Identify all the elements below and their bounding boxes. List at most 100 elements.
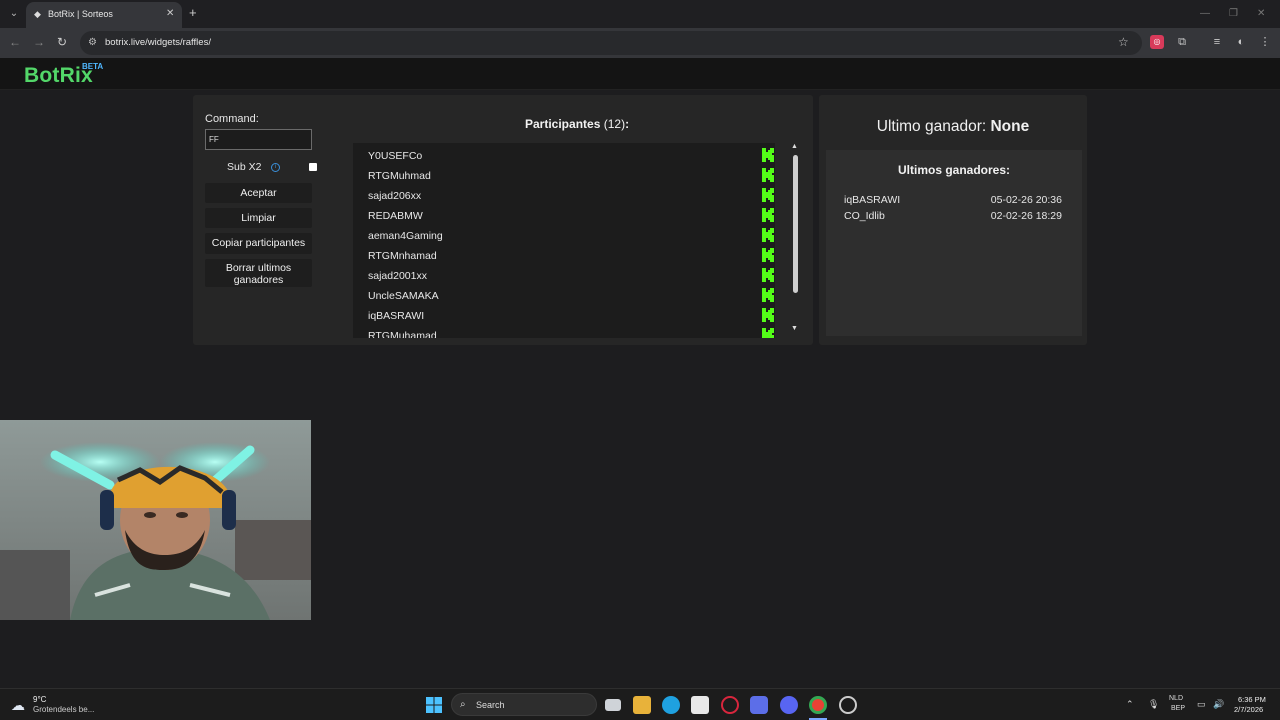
opera-icon[interactable] bbox=[721, 696, 739, 714]
obs-icon[interactable] bbox=[839, 696, 857, 714]
participants-heading: Participantes bbox=[525, 117, 601, 131]
scroll-up-arrow-icon[interactable]: ▲ bbox=[791, 143, 798, 150]
accept-button[interactable]: Aceptar bbox=[205, 183, 312, 203]
clock-date[interactable]: 2/7/2026 bbox=[1234, 705, 1263, 714]
kick-icon bbox=[762, 228, 774, 242]
store-icon[interactable] bbox=[691, 696, 709, 714]
kick-icon bbox=[762, 248, 774, 262]
tray-chevron-icon[interactable]: ⌃ bbox=[1126, 699, 1134, 710]
copy-participants-button[interactable]: Copiar participantes bbox=[205, 233, 312, 254]
beta-badge: BETA bbox=[82, 62, 104, 71]
close-window-icon[interactable]: ✕ bbox=[1257, 8, 1265, 19]
extension-icon[interactable]: ◎ bbox=[1150, 35, 1164, 49]
clock-time[interactable]: 6:36 PM bbox=[1238, 695, 1266, 704]
participant-row[interactable]: sajad2001xx bbox=[353, 265, 774, 285]
winner-date: 02-02-26 18:29 bbox=[990, 210, 1062, 222]
volume-icon[interactable]: 🔊 bbox=[1213, 699, 1224, 710]
bookmark-star-icon[interactable]: ☆ bbox=[1118, 35, 1129, 49]
participant-row[interactable]: RTGMuhamad bbox=[353, 325, 774, 338]
winner-row: CO_Idlib 02-02-26 18:29 bbox=[844, 210, 1062, 222]
maximize-icon[interactable]: ❐ bbox=[1229, 8, 1238, 19]
participant-row[interactable]: aeman4Gaming bbox=[353, 225, 774, 245]
participants-scrollbar[interactable]: ▲ ▼ bbox=[789, 143, 801, 338]
browser-tab[interactable]: ◆ BotRix | Sorteos ✕ bbox=[26, 2, 182, 28]
weather-temp[interactable]: 9°C bbox=[33, 695, 46, 704]
browser-toolbar: ← → ↻ ⚙ botrix.live/widgets/raffles/ ☆ ◎… bbox=[0, 28, 1280, 58]
participant-row[interactable]: iqBASRAWI bbox=[353, 305, 774, 325]
participant-row[interactable]: Y0USEFCo bbox=[353, 145, 774, 165]
clear-button[interactable]: Limpiar bbox=[205, 208, 312, 228]
winner-name: iqBASRAWI bbox=[844, 194, 901, 206]
microphone-icon[interactable]: 🎙 bbox=[1148, 699, 1159, 710]
weather-icon[interactable]: ☁ bbox=[11, 697, 25, 714]
delete-winners-button[interactable]: Borrar ultimos ganadores bbox=[205, 259, 312, 287]
tab-list-button[interactable]: ⌄ bbox=[6, 6, 22, 22]
raffle-panel: Command: Sub X2 i Aceptar Limpiar Copiar… bbox=[193, 95, 813, 345]
last-winner-label: Ultimo ganador: bbox=[876, 118, 987, 135]
taskbar: ☁ 9°C Grotendeels be... ⌕ Search ⌃ 🎙 NLD… bbox=[0, 688, 1280, 720]
scroll-thumb[interactable] bbox=[793, 155, 798, 293]
participant-name: Y0USEFCo bbox=[368, 150, 423, 162]
command-label: Command: bbox=[205, 113, 259, 125]
participant-row[interactable]: RTGMnhamad bbox=[353, 245, 774, 265]
media-control-icon[interactable]: ≡ bbox=[1210, 35, 1224, 49]
participants-list[interactable]: Y0USEFCo RTGMuhmad sajad206xx REDABMW aeman4… bbox=[353, 143, 775, 338]
participants-title: Participantes (12): bbox=[525, 117, 629, 131]
winners-box: Ultimos ganadores: iqBASRAWI 05-02-26 20… bbox=[826, 150, 1082, 336]
close-tab-icon[interactable]: ✕ bbox=[166, 8, 174, 19]
forward-icon[interactable]: → bbox=[33, 35, 45, 49]
edge-icon[interactable] bbox=[662, 696, 680, 714]
search-icon: ⌕ bbox=[460, 699, 466, 710]
taskbar-search[interactable]: ⌕ Search bbox=[451, 693, 597, 716]
discord-icon[interactable] bbox=[780, 696, 798, 714]
tab-title: BotRix | Sorteos bbox=[48, 9, 113, 19]
new-tab-button[interactable]: + bbox=[189, 6, 197, 20]
sub-x2-checkbox[interactable] bbox=[309, 163, 317, 171]
weather-description[interactable]: Grotendeels be... bbox=[33, 705, 94, 714]
participant-name: RTGMnhamad bbox=[368, 250, 437, 262]
search-label: Search bbox=[476, 700, 505, 710]
kick-icon bbox=[762, 288, 774, 302]
winner-date: 05-02-26 20:36 bbox=[990, 194, 1062, 206]
winners-list-title: Ultimos ganadores: bbox=[897, 163, 1011, 177]
participant-row[interactable]: sajad206xx bbox=[353, 185, 774, 205]
menu-icon[interactable]: ⋮ bbox=[1258, 35, 1272, 49]
chrome-icon[interactable] bbox=[809, 696, 827, 714]
winner-row: iqBASRAWI 05-02-26 20:36 bbox=[844, 194, 1062, 206]
scroll-down-arrow-icon[interactable]: ▼ bbox=[791, 325, 798, 332]
file-explorer-icon[interactable] bbox=[633, 696, 651, 714]
kick-icon bbox=[762, 168, 774, 182]
participant-name: UncleSAMAKA bbox=[368, 290, 439, 302]
participant-name: RTGMuhmad bbox=[368, 170, 431, 182]
command-input[interactable] bbox=[205, 129, 312, 150]
browser-tabbar: ⌄ ◆ BotRix | Sorteos ✕ + — ❐ ✕ bbox=[0, 0, 1280, 28]
start-icon[interactable] bbox=[425, 696, 443, 714]
participant-name: RTGMuhamad bbox=[368, 330, 437, 338]
site-header: BotRix BETA bbox=[0, 58, 1280, 90]
site-info-icon[interactable]: ⚙ bbox=[88, 37, 97, 48]
reload-icon[interactable]: ↻ bbox=[57, 35, 67, 49]
winner-name: CO_Idlib bbox=[844, 210, 885, 222]
profile-icon[interactable]: ◐ bbox=[1234, 35, 1248, 49]
keyboard-layout[interactable]: BEP bbox=[1171, 705, 1185, 712]
participant-row[interactable]: REDABMW bbox=[353, 205, 774, 225]
webcam-image bbox=[0, 420, 311, 620]
sub-x2-label: Sub X2 bbox=[227, 161, 262, 173]
botrix-favicon-icon: ◆ bbox=[34, 9, 41, 19]
minimize-icon[interactable]: — bbox=[1200, 8, 1210, 19]
extensions-puzzle-icon[interactable]: ⧉ bbox=[1175, 35, 1189, 49]
participant-row[interactable]: UncleSAMAKA bbox=[353, 285, 774, 305]
participant-row[interactable]: RTGMuhmad bbox=[353, 165, 774, 185]
info-icon[interactable]: i bbox=[271, 163, 280, 172]
network-icon[interactable]: ▭ bbox=[1197, 699, 1206, 710]
app-icon[interactable] bbox=[750, 696, 768, 714]
kick-icon bbox=[762, 188, 774, 202]
participant-name: REDABMW bbox=[368, 210, 423, 222]
address-bar[interactable]: ⚙ botrix.live/widgets/raffles/ ☆ bbox=[80, 31, 1142, 55]
back-icon[interactable]: ← bbox=[9, 35, 21, 49]
kick-icon bbox=[762, 308, 774, 322]
task-view-icon[interactable] bbox=[605, 699, 621, 711]
kick-icon bbox=[762, 328, 774, 338]
language-indicator[interactable]: NLD bbox=[1169, 695, 1183, 702]
participants-count: (12) bbox=[603, 117, 626, 131]
